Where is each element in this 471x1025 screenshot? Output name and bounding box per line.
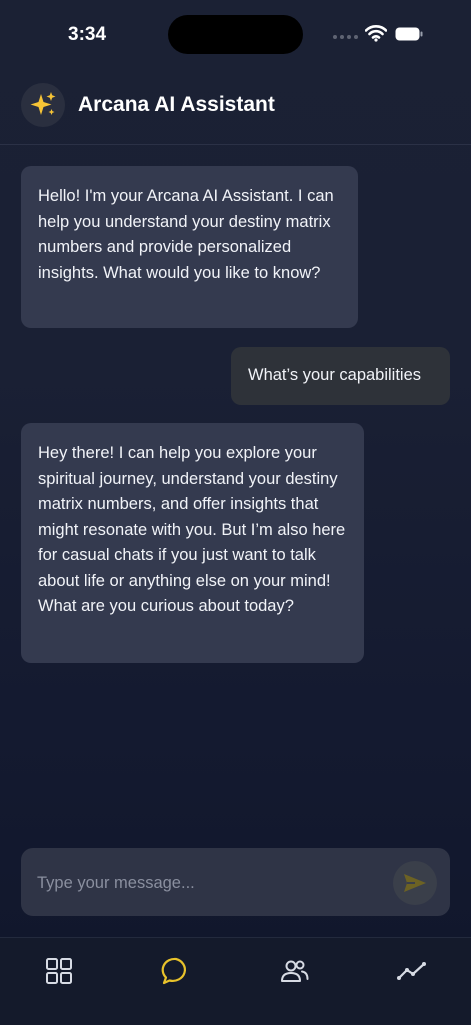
tab-dashboard[interactable] bbox=[41, 953, 77, 989]
send-button[interactable] bbox=[393, 861, 437, 905]
assistant-message: Hey there! I can help you explore your s… bbox=[21, 423, 364, 663]
user-message: What’s your capabilities bbox=[231, 347, 450, 405]
cellular-signal-icon bbox=[333, 35, 358, 39]
battery-icon bbox=[395, 27, 423, 41]
status-time: 3:34 bbox=[68, 24, 107, 45]
tab-bar bbox=[0, 937, 471, 1025]
page-title: Arcana AI Assistant bbox=[78, 93, 275, 116]
chat-header: Arcana AI Assistant bbox=[0, 70, 471, 145]
trend-line-icon bbox=[397, 962, 426, 980]
send-icon bbox=[404, 874, 426, 892]
message-composer bbox=[21, 848, 450, 916]
assistant-avatar bbox=[21, 83, 65, 127]
status-bar: 3:34 bbox=[0, 0, 471, 70]
assistant-message: Hello! I'm your Arcana AI Assistant. I c… bbox=[21, 166, 358, 328]
grid-icon bbox=[46, 958, 72, 984]
tab-insights[interactable] bbox=[394, 953, 430, 989]
people-icon bbox=[281, 960, 309, 982]
chat-bubble-icon bbox=[161, 957, 187, 985]
tab-chat[interactable] bbox=[158, 953, 194, 989]
dynamic-island bbox=[168, 15, 303, 54]
message-input[interactable] bbox=[35, 870, 379, 896]
wifi-icon bbox=[365, 25, 387, 42]
tab-community[interactable] bbox=[276, 953, 312, 989]
sparkles-icon bbox=[30, 92, 56, 115]
